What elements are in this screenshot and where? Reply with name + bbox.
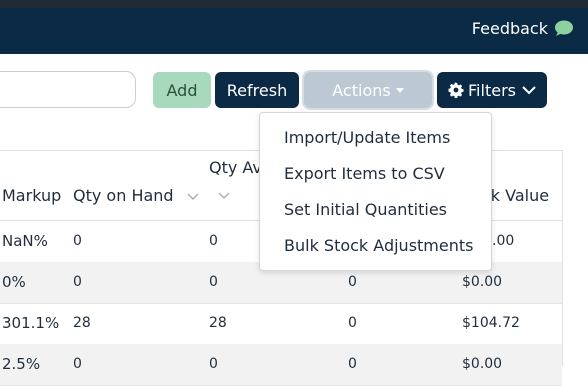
cell-qty-on-hand: 28 (73, 315, 91, 331)
browser-strip (0, 0, 588, 8)
refresh-button-label: Refresh (226, 80, 288, 100)
feedback-link[interactable]: Feedback (472, 19, 574, 38)
actions-button-label: Actions (332, 80, 391, 100)
column-header-qty-on-hand-label: Qty on Hand (73, 186, 174, 205)
cell-qty-on-hand: 0 (73, 356, 82, 372)
column-header-markup[interactable]: Markup (2, 186, 61, 205)
column-header-qty-available-label: Qty Av (209, 158, 262, 177)
search-input[interactable] (0, 71, 136, 108)
table-row[interactable]: 301.1% 28 28 0 $104.72 (0, 303, 562, 345)
cell-col4: 0 (348, 356, 357, 372)
column-header-markup-label: Markup (2, 186, 62, 205)
cell-col4: 0 (348, 274, 357, 290)
table-row[interactable]: 2.5% 0 0 0 $0.00 (0, 344, 562, 386)
filters-button-label: Filters (468, 80, 516, 100)
cell-qty-available: 0 (209, 356, 218, 372)
column-header-qty-on-hand[interactable]: Qty on Hand (73, 186, 199, 205)
cell-markup: 2.5% (2, 355, 41, 373)
add-button[interactable]: Add (153, 72, 211, 108)
cell-markup: NaN% (2, 232, 48, 250)
cell-qty-available: 28 (209, 315, 227, 331)
cell-stock-value: .00 (492, 233, 515, 249)
refresh-button[interactable]: Refresh (215, 72, 299, 108)
chevron-down-icon (522, 86, 536, 95)
cell-stock-value: $104.72 (462, 315, 520, 331)
menu-item-import-update-items[interactable]: Import/Update Items (284, 128, 450, 147)
cell-qty-available: 0 (209, 233, 218, 249)
caret-down-icon (395, 87, 404, 93)
menu-item-bulk-stock-adjustments[interactable]: Bulk Stock Adjustments (284, 236, 473, 255)
actions-dropdown-button[interactable]: Actions (302, 70, 434, 110)
cell-stock-value: $0.00 (462, 356, 503, 372)
sort-chevron-icon (218, 192, 230, 200)
add-button-label: Add (166, 80, 198, 100)
filters-button[interactable]: Filters (437, 72, 547, 108)
cell-qty-available: 0 (209, 274, 218, 290)
column-header-stock-value[interactable]: ck Value (482, 186, 549, 205)
actions-dropdown-menu: Import/Update Items Export Items to CSV … (259, 112, 492, 271)
menu-item-export-items-csv[interactable]: Export Items to CSV (284, 164, 445, 183)
top-navbar: Feedback (0, 0, 588, 54)
cell-qty-on-hand: 0 (73, 274, 82, 290)
cell-qty-on-hand: 0 (73, 233, 82, 249)
cell-markup: 301.1% (2, 314, 60, 332)
speech-bubble-icon (555, 20, 573, 36)
column-header-stock-value-label: ck Value (482, 186, 550, 205)
menu-item-set-initial-quantities[interactable]: Set Initial Quantities (284, 200, 447, 219)
column-header-qty-available[interactable]: Qty Av (209, 158, 262, 177)
cell-stock-value: $0.00 (462, 274, 503, 290)
gear-icon (448, 82, 464, 98)
sort-chevron-icon (187, 193, 199, 201)
cell-col4: 0 (348, 315, 357, 331)
feedback-label: Feedback (471, 19, 548, 38)
cell-markup: 0% (2, 273, 26, 291)
